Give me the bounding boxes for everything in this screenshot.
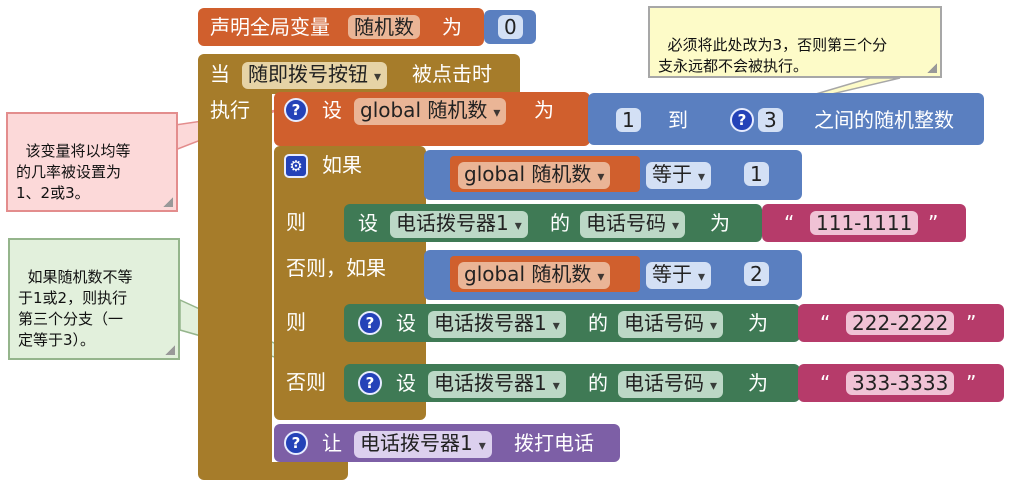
event-when: 当 xyxy=(210,62,230,86)
elseif-label: 否则，如果 xyxy=(286,256,386,280)
resize-handle-icon[interactable] xyxy=(165,345,175,355)
random-integer-block[interactable]: 1 到 ? 3 之间的随机整数 xyxy=(588,93,984,145)
of-label: 的 xyxy=(550,211,570,235)
as-label: 为 xyxy=(710,211,730,235)
note-text: 必须将此处改为3，否则第三个分 支永远都不会被执行。 xyxy=(658,36,888,75)
cond2-value-field[interactable]: 2 xyxy=(744,262,769,286)
text-value-field[interactable]: 222-2222 xyxy=(846,311,955,335)
help-icon[interactable]: ? xyxy=(284,98,308,122)
event-component-dropdown[interactable]: 随即拨号按钮 xyxy=(242,62,388,89)
event-handler-footer xyxy=(198,462,348,480)
if-label: 如果 xyxy=(322,153,362,177)
quote-open: “ xyxy=(820,311,831,335)
phone-property-dropdown[interactable]: 电话号码 xyxy=(580,211,686,238)
cond1-op-dropdown[interactable]: 等于 xyxy=(646,162,712,189)
comment-note-left1[interactable]: 该变量将以均等 的几率被设置为 1、2或3。 xyxy=(6,112,178,212)
note-text: 该变量将以均等 的几率被设置为 1、2或3。 xyxy=(16,142,131,202)
of-label: 的 xyxy=(588,311,608,335)
as-label: 为 xyxy=(748,371,768,395)
random-suffix: 之间的随机整数 xyxy=(814,108,954,132)
text-value-field[interactable]: 111-1111 xyxy=(810,211,919,235)
resize-handle-icon[interactable] xyxy=(163,197,173,207)
set-phone-block-2[interactable]: ? 设 电话拨号器1 的 电话号码 为 xyxy=(344,304,800,342)
text-block-3[interactable]: “ 333-3333 ” xyxy=(798,364,1004,402)
cond1-var-dropdown[interactable]: global 随机数 xyxy=(458,162,611,189)
else-label: 否则 xyxy=(286,370,326,394)
comment-note-left2[interactable]: 如果随机数不等 于1或2，则执行 第三个分支（一 定等于3）。 xyxy=(8,238,180,360)
set-label: 设 xyxy=(322,98,342,122)
of-label: 的 xyxy=(588,371,608,395)
random-to-field[interactable]: 3 xyxy=(758,108,783,132)
set-phone-block-3[interactable]: ? 设 电话拨号器1 的 电话号码 为 xyxy=(344,364,800,402)
then-label-1: 则 xyxy=(286,210,306,234)
comment-note-top[interactable]: 必须将此处改为3，否则第三个分 支永远都不会被执行。 xyxy=(648,6,942,78)
quote-close: ” xyxy=(928,211,939,235)
phone-property-dropdown[interactable]: 电话号码 xyxy=(618,371,724,398)
compare-block-1[interactable]: global 随机数 等于 1 xyxy=(424,150,802,200)
help-icon[interactable]: ? xyxy=(358,311,382,335)
call-let: 让 xyxy=(322,431,342,455)
number-block-init[interactable]: 0 xyxy=(484,10,536,44)
cond1-value-field[interactable]: 1 xyxy=(744,162,769,186)
make-phone-call-block[interactable]: ? 让 电话拨号器1 拨打电话 xyxy=(274,424,620,462)
help-icon[interactable]: ? xyxy=(730,108,754,132)
help-icon[interactable]: ? xyxy=(358,371,382,395)
help-icon[interactable]: ? xyxy=(284,431,308,455)
event-handler-block[interactable]: 当 随即拨号按钮 被点击时 xyxy=(198,54,520,94)
phone-component-dropdown[interactable]: 电话拨号器1 xyxy=(390,211,528,238)
text-block-1[interactable]: “ 111-1111 ” xyxy=(762,204,966,242)
resize-handle-icon[interactable] xyxy=(927,63,937,73)
declare-global-block[interactable]: 声明全局变量 随机数 为 xyxy=(198,8,484,46)
random-from-field[interactable]: 1 xyxy=(616,108,641,132)
set-as: 为 xyxy=(534,98,554,122)
set-label: 设 xyxy=(396,371,416,395)
compare-block-2[interactable]: global 随机数 等于 2 xyxy=(424,250,802,300)
declare-as: 为 xyxy=(442,15,462,39)
event-handler-body: 执行 xyxy=(198,94,272,478)
random-to-label: 到 xyxy=(668,108,688,132)
note-text: 如果随机数不等 于1或2，则执行 第三个分支（一 定等于3）。 xyxy=(18,268,133,349)
declare-label: 声明全局变量 xyxy=(210,15,330,39)
phone-component-dropdown[interactable]: 电话拨号器1 xyxy=(428,371,566,398)
phone-property-dropdown[interactable]: 电话号码 xyxy=(618,311,724,338)
text-block-2[interactable]: “ 222-2222 ” xyxy=(798,304,1004,342)
var-name-field[interactable]: 随机数 xyxy=(348,15,420,39)
event-name: 被点击时 xyxy=(412,62,492,86)
variable-dropdown[interactable]: global 随机数 xyxy=(354,98,507,125)
cond2-op-dropdown[interactable]: 等于 xyxy=(646,262,712,289)
text-value-field[interactable]: 333-3333 xyxy=(846,371,955,395)
cond2-var-dropdown[interactable]: global 随机数 xyxy=(458,262,611,289)
call-component-dropdown[interactable]: 电话拨号器1 xyxy=(354,431,492,458)
call-method: 拨打电话 xyxy=(514,431,594,455)
quote-close: ” xyxy=(966,311,977,335)
set-label: 设 xyxy=(358,211,378,235)
quote-open: “ xyxy=(820,371,831,395)
as-label: 为 xyxy=(748,311,768,335)
quote-close: ” xyxy=(966,371,977,395)
set-label: 设 xyxy=(396,311,416,335)
phone-component-dropdown[interactable]: 电话拨号器1 xyxy=(428,311,566,338)
set-phone-block-1[interactable]: 设 电话拨号器1 的 电话号码 为 xyxy=(344,204,762,242)
init-value-field[interactable]: 0 xyxy=(498,15,523,39)
set-variable-block[interactable]: ? 设 global 随机数 为 xyxy=(274,92,590,146)
event-do: 执行 xyxy=(210,98,250,122)
then-label-2: 则 xyxy=(286,310,306,334)
quote-open: “ xyxy=(784,211,795,235)
gear-icon[interactable]: ⚙ xyxy=(284,154,308,178)
